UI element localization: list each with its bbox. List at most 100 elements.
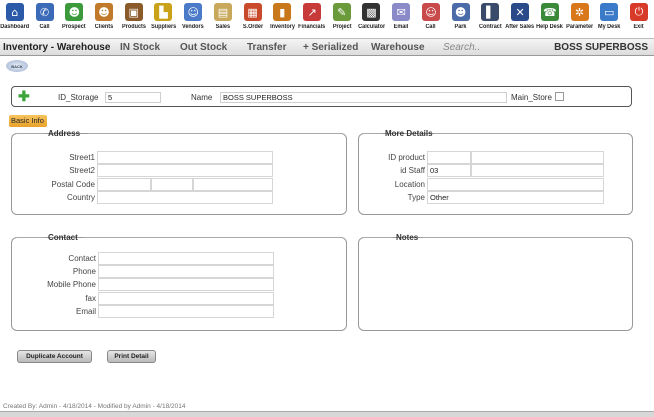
id-staff-field[interactable]: 03 xyxy=(427,164,471,177)
toolbar-parameter-button[interactable]: ✲ Parameter xyxy=(565,0,595,36)
toolbar-sales-button[interactable]: ▤ Sales xyxy=(208,0,238,36)
type-label: Type xyxy=(407,193,425,202)
person-icon: ☺ xyxy=(184,3,203,21)
toolbar-dashboard-button[interactable]: ⌂ Dashboard xyxy=(0,0,30,36)
power-icon: ⏻ xyxy=(629,3,648,21)
toolbar-after-sales-button[interactable]: ✕ After Sales xyxy=(505,0,535,36)
street1-field[interactable] xyxy=(97,151,273,164)
name-field[interactable]: BOSS SUPERBOSS xyxy=(220,92,507,103)
staff-name-field[interactable] xyxy=(471,164,604,177)
toolbar-label: Sales xyxy=(215,24,231,30)
toolbar-call-button[interactable]: ✆ Call xyxy=(30,0,60,36)
document-icon: ▤ xyxy=(213,3,232,21)
toolbar-email-button[interactable]: ✉ Email xyxy=(386,0,416,36)
legend-line xyxy=(88,133,343,134)
module-navbar: Inventory - Warehouse IN Stock Out Stock… xyxy=(0,38,654,56)
storage-header: ✚ ID_Storage 5 Name BOSS SUPERBOSS Main_… xyxy=(11,86,632,107)
toolbar-prospect-button[interactable]: ☻ Prospect xyxy=(59,0,89,36)
location-field[interactable] xyxy=(427,178,604,191)
legend-line xyxy=(423,237,629,238)
fax-field[interactable] xyxy=(98,292,274,305)
toolbar-products-button[interactable]: ▣ Products xyxy=(119,0,149,36)
toolbar-clients-button[interactable]: ☻ Clients xyxy=(89,0,119,36)
tab-transfer[interactable]: Transfer xyxy=(247,42,286,53)
toolbar-help-desk-button[interactable]: ☎ Help Desk xyxy=(535,0,565,36)
legend-line xyxy=(362,237,392,238)
toolbar-label: Exit xyxy=(633,24,645,30)
toolbar-label: Help Desk xyxy=(536,24,564,30)
tab-out-stock[interactable]: Out Stock xyxy=(180,42,227,53)
phone-field[interactable] xyxy=(98,265,274,278)
people-icon: ☻ xyxy=(95,3,114,21)
toolbar-label: Call xyxy=(39,24,50,30)
location-label: Location xyxy=(394,180,425,189)
country-field[interactable] xyxy=(97,191,273,204)
box-icon: ▣ xyxy=(124,3,143,21)
product-name-field[interactable] xyxy=(471,151,604,164)
toolbar-exit-button[interactable]: ⏻ Exit xyxy=(624,0,654,36)
toolbar-s-order-button[interactable]: ▦ S.Order xyxy=(238,0,268,36)
main-store-checkbox[interactable] xyxy=(555,92,564,101)
tab-serialized[interactable]: + Serialized xyxy=(303,42,358,53)
contract-icon: ▌ xyxy=(481,3,500,21)
duplicate-account-button[interactable]: Duplicate Account xyxy=(17,350,92,363)
calculator-icon: ▩ xyxy=(362,3,381,21)
toolbar-label: S.Order xyxy=(242,24,263,30)
postal-code-field[interactable] xyxy=(97,178,151,191)
type-field[interactable]: Other xyxy=(427,191,604,204)
tools-icon: ✕ xyxy=(511,3,530,21)
phone-icon: ✆ xyxy=(35,3,54,21)
tab-basic-info[interactable]: Basic Info xyxy=(9,115,47,127)
people-icon: ☻ xyxy=(65,3,84,21)
id-storage-label: ID_Storage xyxy=(58,93,99,102)
toolbar-label: Contract xyxy=(479,24,502,30)
street2-field[interactable] xyxy=(97,164,273,177)
email-label: Email xyxy=(75,307,96,316)
people-icon: ☻ xyxy=(451,3,470,21)
toolbar-park-button[interactable]: ☻ Park xyxy=(446,0,476,36)
toolbar-my-desk-button[interactable]: ▭ My Desk xyxy=(594,0,624,36)
toolbar-label: Call xyxy=(425,24,436,30)
toolbar-financials-button[interactable]: ↗ Financials xyxy=(297,0,327,36)
main-store-label: Main_Store xyxy=(511,93,552,102)
toolbar-project-button[interactable]: ✎ Project xyxy=(327,0,357,36)
toolbar-label: Prospect xyxy=(62,24,87,30)
phone-label: Phone xyxy=(72,267,96,276)
toolbar-calculator-button[interactable]: ▩ Calculator xyxy=(357,0,387,36)
address-title: Address xyxy=(48,129,81,138)
print-detail-button[interactable]: Print Detail xyxy=(107,350,156,363)
id-staff-label: id Staff xyxy=(400,166,425,175)
more-details-title: More Details xyxy=(385,129,433,138)
person-icon: ☺ xyxy=(421,3,440,21)
postal-code-label: Postal Code xyxy=(51,180,95,189)
toolbar-label: Inventory xyxy=(269,24,295,30)
pencil-icon: ✎ xyxy=(332,3,351,21)
toolbar-label: Park xyxy=(454,24,467,30)
tab-warehouse[interactable]: Warehouse xyxy=(371,42,425,53)
email-field[interactable] xyxy=(98,305,274,318)
id-product-label: ID product xyxy=(388,153,425,162)
street1-label: Street1 xyxy=(69,153,95,162)
toolbar-suppliers-button[interactable]: ▙ Suppliers xyxy=(149,0,179,36)
bottom-bar xyxy=(0,411,654,417)
id-product-field[interactable] xyxy=(427,151,471,164)
company-name: BOSS SUPERBOSS xyxy=(554,42,648,53)
toolbar-inventory-button[interactable]: ▮ Inventory xyxy=(267,0,297,36)
toolbar-label: After Sales xyxy=(505,24,535,30)
toolbar-contract-button[interactable]: ▌ Contract xyxy=(476,0,506,36)
id-storage-field[interactable]: 5 xyxy=(105,92,161,103)
notes-panel[interactable] xyxy=(358,237,633,331)
toolbar-label: Financials xyxy=(298,24,326,30)
city-field[interactable] xyxy=(151,178,193,191)
tab-in-stock[interactable]: IN Stock xyxy=(120,42,160,53)
contact-field[interactable] xyxy=(98,252,274,265)
back-button[interactable]: BACK xyxy=(6,60,28,72)
name-label: Name xyxy=(191,93,213,102)
mobile-phone-field[interactable] xyxy=(98,278,274,291)
state-field[interactable] xyxy=(193,178,273,191)
search-input[interactable]: Search.. xyxy=(443,42,480,53)
add-icon[interactable]: ✚ xyxy=(18,89,30,103)
toolbar-vendors-button[interactable]: ☺ Vendors xyxy=(178,0,208,36)
mobile-phone-label: Mobile Phone xyxy=(47,280,96,289)
toolbar-call-button[interactable]: ☺ Call xyxy=(416,0,446,36)
